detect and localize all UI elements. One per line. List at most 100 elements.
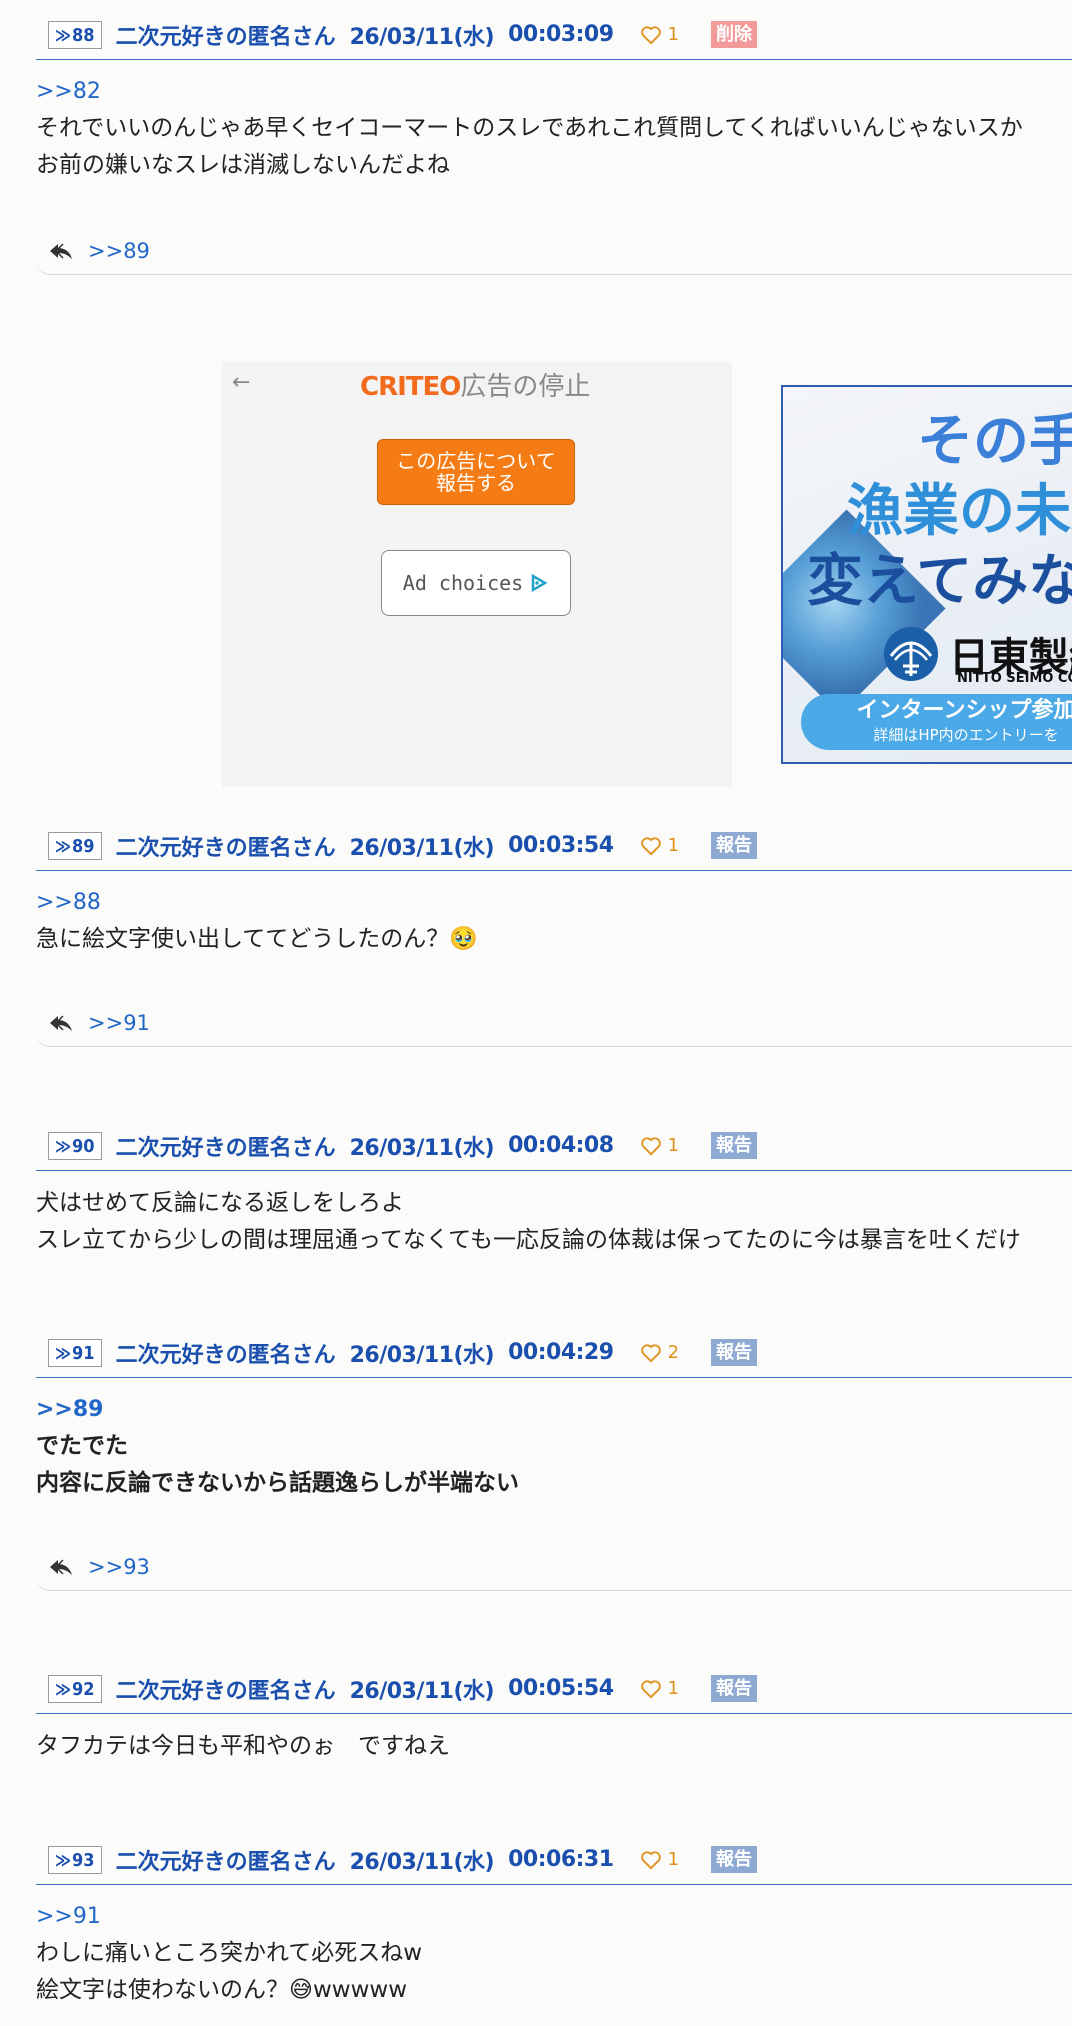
chevron-right-icon: ≫ [55,1136,72,1157]
poster-name: 二次元好きの匿名さん [115,24,336,50]
post-text-line: わしに痛いところ突かれて必死スねw [36,1940,423,1966]
like-button[interactable]: 1 [640,835,679,856]
ad-choices-icon [531,573,548,593]
poster-name: 二次元好きの匿名さん [115,1849,336,1875]
like-button[interactable]: 1 [640,1678,679,1699]
chevron-right-icon: ≫ [55,1679,72,1700]
like-count: 1 [667,835,680,856]
post-number[interactable]: ≫88 [48,20,102,49]
ad-choices-button[interactable]: Ad choices [381,550,571,616]
reply-link[interactable]: >>93 [88,1555,150,1579]
post-text-line: 急に絵文字使い出しててどうしたのん？🥹 [36,926,478,952]
post-date: 26/03/11(水) [349,1342,495,1368]
ad-stop-header: CRITEO広告の停止 [360,366,590,403]
reply-anchor-link[interactable]: >>89 [36,1392,1072,1428]
post-text-line: 内容に反論できないから話題逸らしが半端ない [36,1470,519,1496]
like-count: 1 [667,1849,680,1870]
post-91: ≫91 二次元好きの匿名さん 26/03/11(水) 00:04:29 2 報告… [36,1328,1072,1502]
post-header: ≫89 二次元好きの匿名さん 26/03/11(水) 00:03:54 1 報告 [36,821,1072,871]
post-89: ≫89 二次元好きの匿名さん 26/03/11(水) 00:03:54 1 報告… [36,821,1072,958]
post-number[interactable]: ≫89 [48,831,102,860]
report-button[interactable]: 報告 [711,1339,758,1366]
report-button[interactable]: 報告 [711,1675,758,1702]
post-text-line: 犬はせめて反論になる返しをしろよ [36,1190,404,1216]
post-text-line: スレ立てから少しの間は理屈通ってなくても一応反論の体裁は保ってたのに今は暴言を吐… [36,1227,1021,1253]
like-count: 1 [667,24,680,45]
post-time: 00:05:54 [508,1676,614,1701]
criteo-logo: CRITEO [360,372,461,402]
post-time: 00:03:09 [508,22,614,47]
like-button[interactable]: 1 [640,1135,679,1156]
heart-icon [640,1679,661,1698]
post-number[interactable]: ≫91 [48,1338,102,1367]
company-name-en: NITTO SEIMO CO.,LTD. [957,671,1072,686]
replies-bar: >>89 [36,227,1072,275]
reply-anchor-link[interactable]: >>91 [36,1899,1072,1935]
post-date: 26/03/11(水) [349,1135,495,1161]
chevron-right-icon: ≫ [55,1850,72,1871]
like-count: 1 [667,1678,680,1699]
post-93: ≫93 二次元好きの匿名さん 26/03/11(水) 00:06:31 1 報告… [36,1835,1072,2009]
post-text-line: タフカテは今日も平和やのぉ ですねえ [36,1733,450,1759]
post-text-line: でたでた [36,1433,128,1459]
post-time: 00:04:08 [508,1133,614,1158]
poster-name: 二次元好きの匿名さん [115,1342,336,1368]
criteo-ad: ← CRITEO広告の停止 この広告について 報告する Ad choices [222,362,732,787]
reply-link[interactable]: >>89 [88,239,150,263]
post-header: ≫92 二次元好きの匿名さん 26/03/11(水) 00:05:54 1 報告 [36,1664,1072,1714]
reply-icon [50,242,72,259]
ad-tagline: その手で 漁業の未来 変えてみない [807,409,1072,614]
post-text-line: お前の嫌いなスレは消滅しないんだよね [36,152,450,178]
post-date: 26/03/11(水) [349,1678,495,1704]
post-text-line: それでいいのんじゃあ早くセイコーマートのスレであれこれ質問してくればいいんじゃな… [36,115,1023,141]
report-button[interactable]: 報告 [711,1132,758,1159]
company-logo-icon [884,627,938,681]
report-button[interactable]: 報告 [711,832,758,859]
report-ad-button[interactable]: この広告について 報告する [377,439,575,505]
reply-link[interactable]: >>91 [88,1011,150,1035]
post-date: 26/03/11(水) [349,835,495,861]
reply-icon [50,1014,72,1031]
chevron-right-icon: ≫ [55,836,72,857]
like-button[interactable]: 2 [640,1342,679,1363]
post-header: ≫91 二次元好きの匿名さん 26/03/11(水) 00:04:29 2 報告 [36,1328,1072,1378]
ad-stop-label: 広告の停止 [460,372,591,402]
post-time: 00:04:29 [508,1340,614,1365]
heart-icon [640,25,661,44]
reply-anchor-link[interactable]: >>88 [36,885,1072,921]
post-number[interactable]: ≫93 [48,1845,102,1874]
post-header: ≫90 二次元好きの匿名さん 26/03/11(水) 00:04:08 1 報告 [36,1121,1072,1171]
post-time: 00:03:54 [508,833,614,858]
poster-name: 二次元好きの匿名さん [115,1135,336,1161]
reply-anchor-link[interactable]: >>82 [36,74,1072,110]
chevron-right-icon: ≫ [55,25,72,46]
chevron-right-icon: ≫ [55,1343,72,1364]
post-90: ≫90 二次元好きの匿名さん 26/03/11(水) 00:04:08 1 報告… [36,1121,1072,1259]
like-button[interactable]: 1 [640,24,679,45]
post-header: ≫88 二次元好きの匿名さん 26/03/11(水) 00:03:09 1 削除 [36,10,1072,60]
delete-button[interactable]: 削除 [711,21,758,48]
post-number[interactable]: ≫92 [48,1674,102,1703]
replies-bar: >>93 [36,1543,1072,1591]
post-header: ≫93 二次元好きの匿名さん 26/03/11(水) 00:06:31 1 報告 [36,1835,1072,1885]
heart-icon [640,1850,661,1869]
like-count: 2 [667,1342,680,1363]
post-92: ≫92 二次元好きの匿名さん 26/03/11(水) 00:05:54 1 報告… [36,1664,1072,1765]
heart-icon [640,1136,661,1155]
like-count: 1 [667,1135,680,1156]
report-button[interactable]: 報告 [711,1846,758,1873]
post-88: ≫88 二次元好きの匿名さん 26/03/11(水) 00:03:09 1 削除… [36,10,1072,184]
post-text-line: 絵文字は使わないのん？😅wwwww [36,1977,408,2003]
heart-icon [640,836,661,855]
poster-name: 二次元好きの匿名さん [115,835,336,861]
post-date: 26/03/11(水) [349,1849,495,1875]
post-time: 00:06:31 [508,1847,614,1872]
heart-icon [640,1343,661,1362]
post-number[interactable]: ≫90 [48,1131,102,1160]
internship-cta[interactable]: インターンシップ参加 詳細はHP内のエントリーを [801,694,1072,750]
post-date: 26/03/11(水) [349,24,495,50]
like-button[interactable]: 1 [640,1849,679,1870]
poster-name: 二次元好きの匿名さん [115,1678,336,1704]
back-arrow-icon[interactable]: ← [232,370,250,395]
nitto-seimo-ad[interactable]: その手で 漁業の未来 変えてみない 日東製網 NITTO SEIMO CO.,L… [781,385,1072,764]
